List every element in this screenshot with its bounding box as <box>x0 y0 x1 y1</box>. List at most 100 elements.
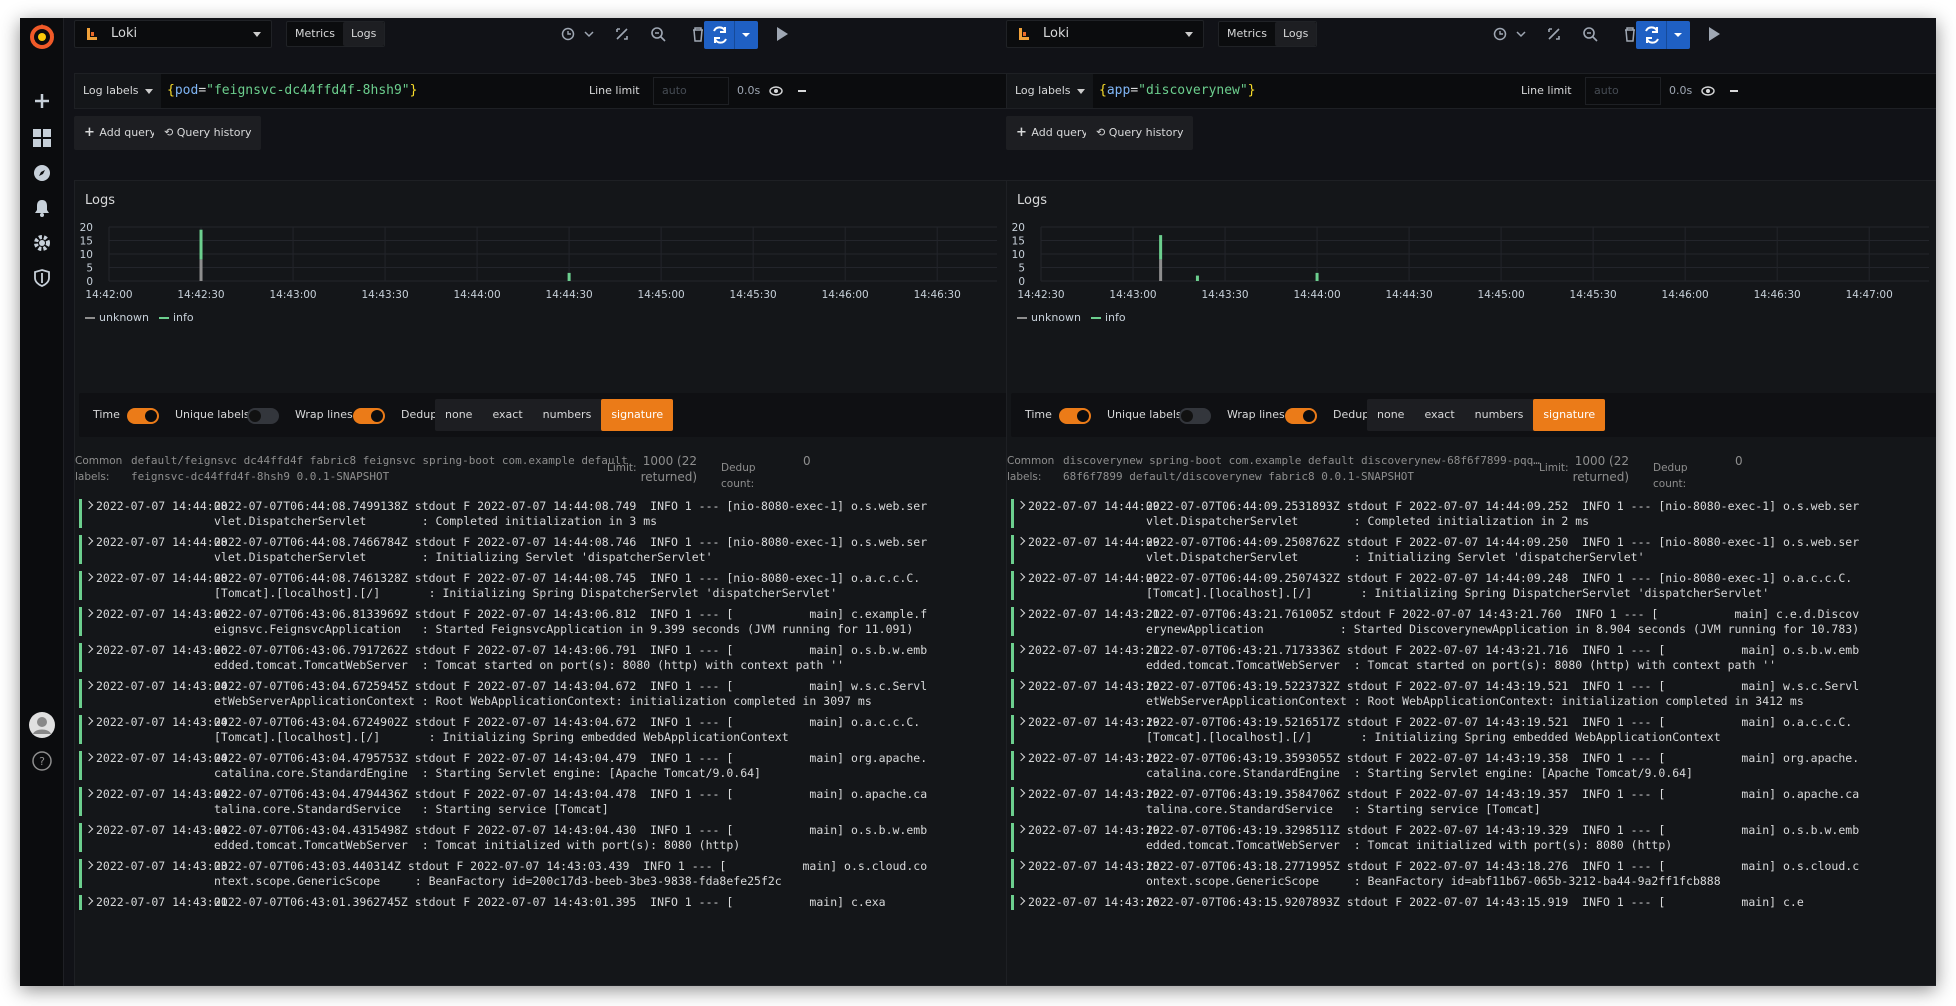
log-row[interactable]: 2022-07-07 14:44:09 2022-07-07T06:44:09.2… <box>1011 499 1936 528</box>
log-row[interactable]: 2022-07-07 14:43:18 2022-07-07T06:43:18.2… <box>1011 859 1936 888</box>
chevron-right-icon[interactable] <box>84 572 94 582</box>
dedup-signature[interactable]: signature <box>1533 399 1606 431</box>
log-row[interactable]: 2022-07-07 14:43:04 2022-07-07T06:43:04.6… <box>79 679 1009 708</box>
chevron-right-icon[interactable] <box>84 500 94 510</box>
explore-icon[interactable] <box>20 158 64 188</box>
configuration-icon[interactable] <box>20 228 64 258</box>
chevron-right-icon[interactable] <box>1016 788 1026 798</box>
log-row[interactable]: 2022-07-07 14:43:04 2022-07-07T06:43:04.6… <box>79 715 1009 744</box>
dedup-numbers[interactable]: numbers <box>1465 399 1534 431</box>
shield-icon[interactable] <box>20 263 64 293</box>
eye-icon[interactable] <box>769 74 783 108</box>
tab-metrics[interactable]: Metrics <box>287 22 343 46</box>
chevron-right-icon[interactable] <box>1016 644 1026 654</box>
line-limit-input[interactable]: auto <box>1585 77 1661 105</box>
run-query-icon[interactable] <box>1696 22 1732 46</box>
zoom-out-icon[interactable] <box>640 22 676 46</box>
unique-labels-toggle[interactable] <box>247 408 279 424</box>
time-toggle[interactable] <box>1059 408 1091 424</box>
log-row[interactable]: 2022-07-07 14:43:06 2022-07-07T06:43:06.8… <box>79 607 1009 636</box>
log-row[interactable]: 2022-07-07 14:43:04 2022-07-07T06:43:04.4… <box>79 823 1009 852</box>
datasource-picker[interactable]: Loki <box>74 20 272 48</box>
log-row[interactable]: 2022-07-07 14:43:03 2022-07-07T06:43:03.4… <box>79 859 1009 888</box>
dedup-none[interactable]: none <box>435 399 482 431</box>
tab-logs[interactable]: Logs <box>342 22 385 46</box>
chevron-right-icon[interactable] <box>1016 536 1026 546</box>
chevron-right-icon[interactable] <box>84 716 94 726</box>
remove-query-icon[interactable] <box>1729 74 1739 108</box>
legend-item[interactable]: unknown <box>85 311 149 324</box>
legend-item[interactable]: info <box>158 311 194 324</box>
remove-query-icon[interactable] <box>797 74 807 108</box>
chevron-right-icon[interactable] <box>84 644 94 654</box>
line-limit-input[interactable]: auto <box>653 77 729 105</box>
tab-metrics[interactable]: Metrics <box>1219 22 1275 46</box>
grafana-logo-icon[interactable] <box>27 22 57 52</box>
query-history-button[interactable]: ⟲ Query history <box>154 116 262 150</box>
zoom-out-icon[interactable] <box>1572 22 1608 46</box>
log-row[interactable]: 2022-07-07 14:43:21 2022-07-07T06:43:21.7… <box>1011 643 1936 672</box>
chevron-right-icon[interactable] <box>84 752 94 762</box>
chevron-right-icon[interactable] <box>84 896 94 906</box>
chevron-right-icon[interactable] <box>84 608 94 618</box>
log-labels-button[interactable]: Log labels <box>1007 74 1093 108</box>
tab-logs[interactable]: Logs <box>1274 22 1317 46</box>
time-picker-icon[interactable] <box>1492 22 1528 46</box>
dedup-numbers[interactable]: numbers <box>533 399 602 431</box>
help-icon[interactable]: ? <box>20 746 64 776</box>
chevron-right-icon[interactable] <box>84 824 94 834</box>
split-icon[interactable] <box>604 22 640 46</box>
log-row[interactable]: 2022-07-07 14:43:19 2022-07-07T06:43:19.5… <box>1011 679 1936 708</box>
chevron-right-icon[interactable] <box>1016 500 1026 510</box>
log-row[interactable]: 2022-07-07 14:43:19 2022-07-07T06:43:19.3… <box>1011 751 1936 780</box>
time-toggle[interactable] <box>127 408 159 424</box>
datasource-picker[interactable]: Loki <box>1006 20 1204 48</box>
time-picker-icon[interactable] <box>560 22 596 46</box>
log-row[interactable]: 2022-07-07 14:43:21 2022-07-07T06:43:21.7… <box>1011 607 1936 636</box>
plus-icon[interactable] <box>20 86 64 116</box>
wrap-lines-toggle[interactable] <box>1285 408 1317 424</box>
chevron-right-icon[interactable] <box>1016 716 1026 726</box>
chevron-right-icon[interactable] <box>1016 752 1026 762</box>
log-row[interactable]: 2022-07-07 14:44:08 2022-07-07T06:44:08.7… <box>79 499 1009 528</box>
dedup-exact[interactable]: exact <box>482 399 532 431</box>
alerting-icon[interactable] <box>20 193 64 223</box>
chevron-right-icon[interactable] <box>84 680 94 690</box>
chevron-right-icon[interactable] <box>1016 896 1026 906</box>
log-labels-button[interactable]: Log labels <box>75 74 161 108</box>
chevron-right-icon[interactable] <box>84 788 94 798</box>
chevron-right-icon[interactable] <box>1016 608 1026 618</box>
log-row[interactable]: 2022-07-07 14:43:01 2022-07-07T06:43:01.3… <box>79 895 1009 910</box>
add-query-button[interactable]: + Add query <box>1006 116 1098 150</box>
chevron-right-icon[interactable] <box>84 536 94 546</box>
log-row[interactable]: 2022-07-07 14:43:06 2022-07-07T06:43:06.7… <box>79 643 1009 672</box>
log-row[interactable]: 2022-07-07 14:44:09 2022-07-07T06:44:09.2… <box>1011 535 1936 564</box>
refresh-button[interactable] <box>1636 21 1690 49</box>
unique-labels-toggle[interactable] <box>1179 408 1211 424</box>
run-query-icon[interactable] <box>764 22 800 46</box>
log-row[interactable]: 2022-07-07 14:43:19 2022-07-07T06:43:19.3… <box>1011 787 1936 816</box>
wrap-lines-toggle[interactable] <box>353 408 385 424</box>
dedup-exact[interactable]: exact <box>1414 399 1464 431</box>
log-row[interactable]: 2022-07-07 14:44:08 2022-07-07T06:44:08.7… <box>79 571 1009 600</box>
log-row[interactable]: 2022-07-07 14:43:16 2022-07-07T06:43:15.9… <box>1011 895 1936 910</box>
query-editor[interactable]: {pod="feignsvc-dc44ffd4f-8hsh9"} <box>167 74 417 108</box>
chevron-right-icon[interactable] <box>1016 680 1026 690</box>
log-row[interactable]: 2022-07-07 14:44:08 2022-07-07T06:44:08.7… <box>79 535 1009 564</box>
log-row[interactable]: 2022-07-07 14:43:04 2022-07-07T06:43:04.4… <box>79 751 1009 780</box>
refresh-button[interactable] <box>704 21 758 49</box>
chevron-right-icon[interactable] <box>1016 572 1026 582</box>
add-query-button[interactable]: + Add query <box>74 116 166 150</box>
query-history-button[interactable]: ⟲ Query history <box>1086 116 1194 150</box>
log-row[interactable]: 2022-07-07 14:43:04 2022-07-07T06:43:04.4… <box>79 787 1009 816</box>
chevron-right-icon[interactable] <box>84 860 94 870</box>
dedup-signature[interactable]: signature <box>601 399 674 431</box>
query-editor[interactable]: {app="discoverynew"} <box>1099 74 1256 108</box>
log-row[interactable]: 2022-07-07 14:43:19 2022-07-07T06:43:19.5… <box>1011 715 1936 744</box>
log-row[interactable]: 2022-07-07 14:44:09 2022-07-07T06:44:09.2… <box>1011 571 1936 600</box>
split-icon[interactable] <box>1536 22 1572 46</box>
log-row[interactable]: 2022-07-07 14:43:19 2022-07-07T06:43:19.3… <box>1011 823 1936 852</box>
avatar[interactable] <box>20 710 64 740</box>
legend-item[interactable]: unknown <box>1017 311 1081 324</box>
dedup-none[interactable]: none <box>1367 399 1414 431</box>
